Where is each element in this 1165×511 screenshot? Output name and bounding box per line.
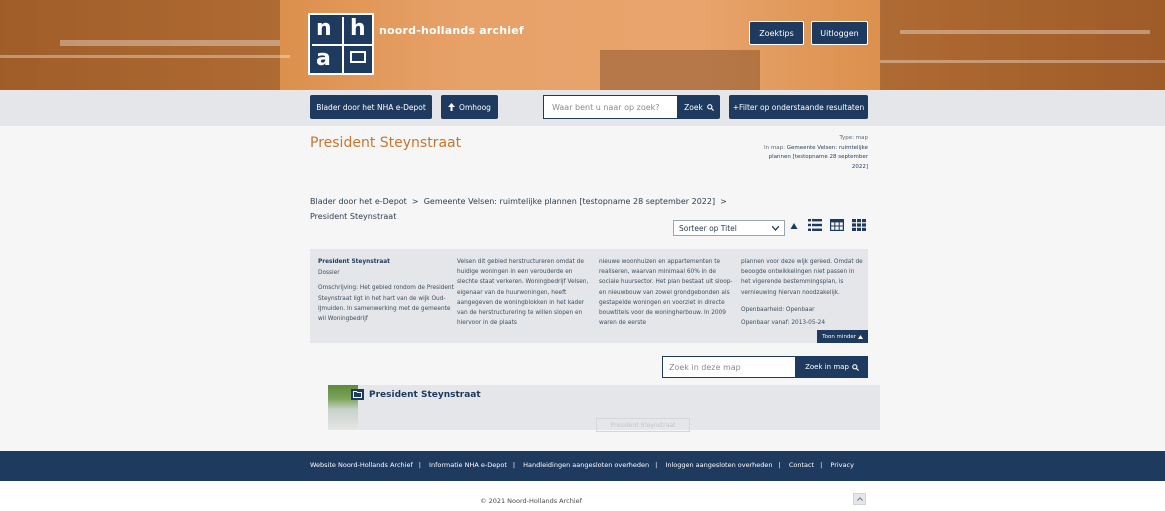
search-button-label: Zoek	[684, 102, 703, 112]
uitloggen-button[interactable]: Uitloggen	[811, 21, 868, 45]
description-text-start: Omschrijving: Het gebied rondom de Presi…	[318, 283, 454, 324]
breadcrumb-item-gemeente-velsen[interactable]: Gemeente Velsen: ruimtelijke plannen [te…	[424, 197, 715, 206]
logo-letter-n: n	[316, 16, 332, 41]
meta-in-map: In map: Gemeente Velsen: ruimtelijke pla…	[760, 144, 868, 173]
description-col-4: plannen voor deze wijk gereed. Omdat de …	[741, 257, 865, 328]
description-title: President Steynstraat	[318, 259, 390, 265]
openbaarheid: Openbaarheid: Openbaar	[741, 306, 815, 313]
header-banner	[0, 0, 1165, 90]
chevron-up-icon	[856, 497, 863, 501]
brand-name: noord-hollands archief	[379, 24, 524, 37]
grid-view-icon[interactable]	[852, 219, 866, 231]
footer-link-privacy[interactable]: Privacy	[830, 461, 854, 469]
scroll-to-top-button[interactable]	[853, 493, 866, 505]
filter-label: +Filter op onderstaande resultaten	[732, 102, 865, 112]
footer-link-contact[interactable]: Contact	[789, 461, 814, 469]
toon-minder-label: Toon minder	[822, 333, 857, 340]
description-col-1: President Steynstraat Dossier Omschrijvi…	[318, 257, 454, 324]
computer-icon	[350, 51, 366, 63]
breadcrumb-separator: >	[411, 197, 419, 206]
map-search-button[interactable]: Zoek in map	[796, 356, 868, 378]
description-kind: Dossier	[318, 270, 340, 277]
search-icon	[707, 103, 714, 111]
omschrijving-label: Omschrijving:	[318, 285, 360, 292]
chevron-down-icon	[772, 225, 779, 231]
footer-link-inloggen[interactable]: Inloggen aangesloten overheden	[665, 461, 772, 469]
zoektips-button[interactable]: Zoektips	[749, 21, 804, 45]
footer-link-website[interactable]: Website Noord-Hollands Archief	[310, 461, 413, 469]
copyright: © 2021 Noord-Hollands Archief	[480, 497, 582, 505]
item-meta: Type: map In map: Gemeente Velsen: ruimt…	[760, 134, 868, 172]
sort-ascending-icon[interactable]	[790, 222, 798, 230]
footer-link-informatie[interactable]: Informatie NHA e-Depot	[429, 461, 507, 469]
meta-type: Type: map	[839, 135, 868, 141]
logo-letter-h: h	[350, 16, 366, 41]
footer-link-handleidingen[interactable]: Handleidingen aangesloten overheden	[523, 461, 649, 469]
arrow-up-icon	[448, 103, 456, 111]
breadcrumb-separator: >	[720, 197, 727, 206]
nha-logo[interactable]: n h a	[308, 13, 374, 75]
footer-separator: |	[418, 461, 421, 469]
list-view-icon[interactable]	[808, 219, 822, 231]
toon-minder-button[interactable]: Toon minder	[817, 330, 868, 343]
filter-results-button[interactable]: +Filter op onderstaande resultaten	[729, 95, 868, 119]
result-title[interactable]: President Steynstraat	[369, 390, 481, 400]
table-view-icon[interactable]	[830, 219, 844, 231]
description-panel: President Steynstraat Dossier Omschrijvi…	[310, 249, 868, 343]
omhoog-label: Omhoog	[459, 102, 491, 112]
search-icon	[852, 363, 859, 371]
footer-separator: |	[512, 461, 516, 469]
map-search-input[interactable]: Zoek in deze map	[662, 356, 796, 378]
search-placeholder: Waar bent u naar op zoek?	[552, 102, 660, 112]
search-input[interactable]: Waar bent u naar op zoek?	[543, 95, 678, 119]
breadcrumb-item-current: President Steynstraat	[310, 212, 397, 221]
meta-in-map-prefix: In map:	[764, 144, 787, 151]
openbaar-vanaf: Openbaar vanaf: 2013-05-24	[741, 320, 826, 327]
footer-separator: |	[820, 461, 823, 469]
description-col-2: Velsen dit gebied herstructureren omdat …	[457, 259, 589, 327]
search-button[interactable]: Zoek	[678, 95, 720, 119]
footer-separator: |	[778, 461, 781, 469]
browse-edepot-button[interactable]: Blader door het NHA e-Depot	[310, 95, 432, 119]
thumbnail-caption: President Steynstraat	[596, 418, 690, 432]
caret-up-icon	[857, 334, 863, 339]
description-text-end: plannen voor deze wijk gereed. Omdat de …	[741, 259, 863, 296]
logo-letter-a: a	[316, 46, 331, 71]
footer-links: Website Noord-Hollands Archief | Informat…	[310, 461, 854, 469]
map-search-placeholder: Zoek in deze map	[669, 362, 741, 372]
sort-selected-value: Sorteer op Titel	[679, 223, 737, 233]
footer-separator: |	[655, 461, 658, 469]
omhoog-button[interactable]: Omhoog	[441, 95, 498, 119]
map-search-button-label: Zoek in map	[805, 363, 849, 371]
page-title: President Steynstraat	[310, 135, 462, 151]
logo-divider	[312, 44, 372, 46]
description-col-3: nieuwe woonhuizen en appartementen te re…	[599, 259, 733, 327]
folder-icon	[351, 389, 364, 400]
breadcrumb-item-edepot[interactable]: Blader door het e-Depot	[310, 197, 407, 206]
breadcrumb: Blader door het e-Depot > Gemeente Velse…	[310, 194, 730, 224]
sort-select[interactable]: Sorteer op Titel	[673, 220, 785, 236]
browse-label: Blader door het NHA e-Depot	[316, 102, 426, 112]
